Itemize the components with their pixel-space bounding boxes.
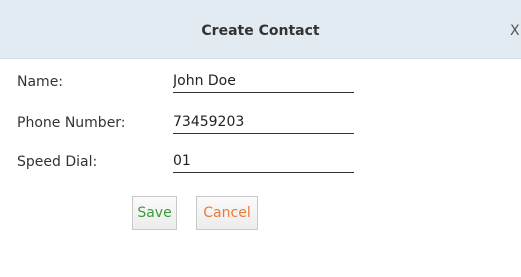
dialog-title: Create Contact bbox=[201, 23, 320, 39]
name-field[interactable] bbox=[173, 70, 354, 93]
name-label: Name: bbox=[17, 74, 64, 90]
speed-dial-row: Speed Dial: bbox=[0, 150, 521, 176]
name-row: Name: bbox=[0, 70, 521, 96]
speed-dial-field[interactable] bbox=[173, 150, 354, 173]
phone-number-row: Phone Number: bbox=[0, 111, 521, 137]
save-button[interactable]: Save bbox=[132, 196, 177, 230]
phone-number-field[interactable] bbox=[173, 111, 354, 134]
dialog-header: Create Contact X bbox=[0, 0, 521, 59]
phone-number-label: Phone Number: bbox=[17, 115, 126, 131]
close-button[interactable]: X bbox=[510, 22, 520, 40]
speed-dial-label: Speed Dial: bbox=[17, 154, 98, 170]
create-contact-dialog: Create Contact X Name: Phone Number: Spe… bbox=[0, 0, 521, 277]
cancel-button[interactable]: Cancel bbox=[196, 196, 258, 230]
